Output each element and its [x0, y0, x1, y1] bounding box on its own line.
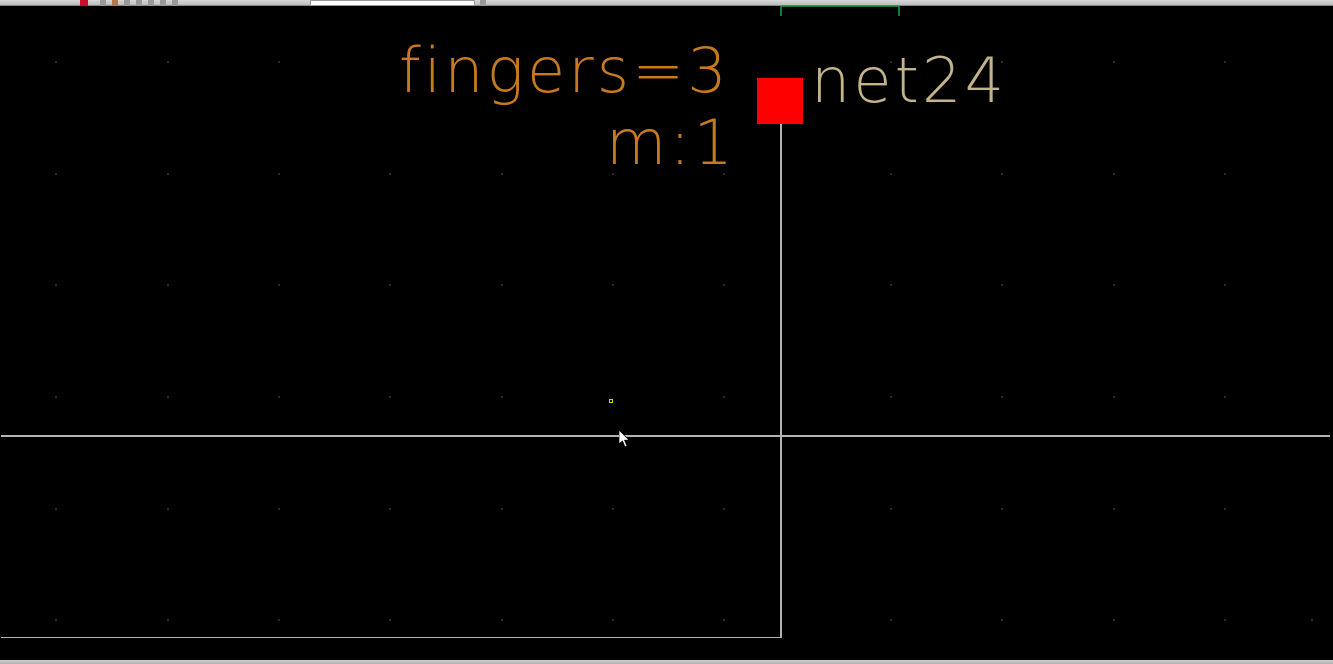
grid-dot — [55, 173, 57, 175]
grid-dot — [501, 619, 503, 621]
grid-dot — [1113, 619, 1115, 621]
grid-dot — [501, 173, 503, 175]
crosshair-horizontal — [1, 435, 1330, 437]
grid-dot — [890, 619, 892, 621]
frame-line — [1, 637, 782, 638]
grid-dot — [1224, 173, 1226, 175]
grid-dot — [1001, 396, 1003, 398]
grid-dot — [55, 61, 57, 63]
grid-dot — [1224, 508, 1226, 510]
grid-dot — [723, 284, 725, 286]
schematic-canvas[interactable]: fingers=3 m:1 net24 — [1, 6, 1331, 658]
grid-dot — [55, 508, 57, 510]
grid-dot — [890, 284, 892, 286]
grid-dot — [1224, 396, 1226, 398]
grid-dot — [501, 508, 503, 510]
grid-dot — [389, 619, 391, 621]
grid-dot — [612, 619, 614, 621]
device-param-m: m:1 — [606, 106, 736, 179]
grid-dot — [1311, 619, 1313, 621]
grid-dot — [278, 508, 280, 510]
grid-dot — [501, 284, 503, 286]
grid-dot — [55, 396, 57, 398]
grid-dot — [723, 619, 725, 621]
grid-dot — [1224, 284, 1226, 286]
grid-dot — [389, 508, 391, 510]
grid-dot — [389, 396, 391, 398]
terminal-pad[interactable] — [757, 78, 803, 124]
grid-dot — [1224, 61, 1226, 63]
wire-vertical-lower — [780, 436, 782, 638]
grid-dot — [723, 396, 725, 398]
grid-dot — [1001, 619, 1003, 621]
device-param-fingers: fingers=3 — [399, 34, 730, 107]
grid-dot — [1113, 173, 1115, 175]
wire-vertical — [780, 124, 782, 436]
grid-dot — [167, 619, 169, 621]
grid-dot — [55, 284, 57, 286]
grid-dot — [1001, 284, 1003, 286]
grid-dot — [278, 396, 280, 398]
cursor-icon — [619, 430, 631, 448]
grid-dot — [890, 173, 892, 175]
grid-dot — [1001, 173, 1003, 175]
grid-dot — [890, 508, 892, 510]
grid-dot — [1001, 508, 1003, 510]
origin-marker — [609, 399, 613, 403]
grid-dot — [890, 396, 892, 398]
grid-dot — [612, 284, 614, 286]
grid-dot — [1113, 284, 1115, 286]
net-label: net24 — [811, 44, 1007, 117]
grid-dot — [278, 284, 280, 286]
wire-green — [781, 6, 901, 26]
grid-dot — [167, 396, 169, 398]
grid-dot — [1113, 508, 1115, 510]
grid-dot — [55, 619, 57, 621]
grid-dot — [1113, 61, 1115, 63]
grid-dot — [1224, 619, 1226, 621]
grid-dot — [1113, 396, 1115, 398]
grid-dot — [167, 284, 169, 286]
status-bar — [0, 660, 1333, 664]
grid-dot — [167, 61, 169, 63]
grid-dot — [723, 508, 725, 510]
grid-dot — [278, 173, 280, 175]
grid-dot — [501, 396, 503, 398]
grid-dot — [612, 508, 614, 510]
grid-dot — [167, 508, 169, 510]
grid-dot — [278, 619, 280, 621]
grid-dot — [389, 173, 391, 175]
grid-dot — [278, 61, 280, 63]
grid-dot — [389, 284, 391, 286]
grid-dot — [167, 173, 169, 175]
